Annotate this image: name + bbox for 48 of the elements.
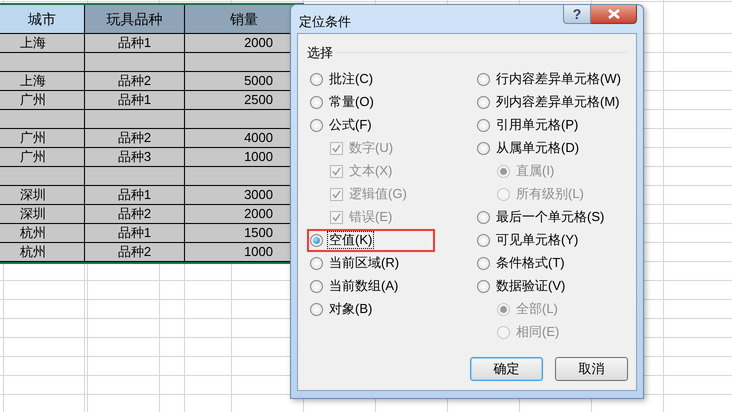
option-label: 公式(F): [328, 117, 373, 133]
dialog-button[interactable]: 取消: [555, 357, 628, 381]
column-header: 玩具品种: [85, 5, 185, 34]
radio-button[interactable]: [477, 234, 490, 246]
option-label: 错误(E): [348, 209, 394, 225]
column-header: 城市: [0, 5, 85, 34]
option-label: 文本(X): [348, 163, 394, 179]
radio-button[interactable]: [310, 302, 323, 316]
option-label: 逻辑值(G): [348, 186, 408, 202]
option-label: 数据验证(V): [495, 278, 566, 294]
radio-button[interactable]: [477, 210, 490, 224]
option-label: 行内容差异单元格(W): [495, 71, 622, 87]
option-label: 全部(L): [515, 301, 559, 317]
help-button[interactable]: ?: [563, 5, 591, 24]
option-label: 从属单元格(D): [495, 140, 580, 156]
option-label: 常量(O): [328, 94, 375, 110]
radio-button[interactable]: [477, 142, 490, 154]
close-icon: [608, 9, 620, 19]
option-label: 数字(U): [348, 140, 394, 156]
radio-button[interactable]: [477, 72, 490, 86]
radio-button[interactable]: [477, 280, 490, 292]
option-label: 引用单元格(P): [495, 117, 580, 133]
radio-button[interactable]: [310, 280, 323, 292]
option-label: 空值(K): [328, 232, 374, 248]
radio-button[interactable]: [310, 96, 323, 108]
table-cell: 杭州: [0, 243, 85, 262]
close-button[interactable]: [591, 5, 637, 24]
option-label: 列内容差异单元格(M): [495, 94, 620, 110]
option-label: 当前数组(A): [328, 278, 400, 294]
radio-button[interactable]: [310, 72, 323, 86]
radio-button[interactable]: [310, 234, 323, 246]
option-label: 对象(B): [328, 301, 374, 317]
option-label: 当前区域(R): [328, 255, 400, 271]
radio-button[interactable]: [477, 256, 490, 270]
option-label: 条件格式(T): [495, 255, 566, 271]
radio-button[interactable]: [310, 118, 323, 132]
dialog-button[interactable]: 确定: [470, 357, 543, 381]
option-label: 可见单元格(Y): [495, 232, 580, 248]
option-label: 批注(C): [328, 71, 374, 87]
radio-button[interactable]: [477, 96, 490, 108]
option-label: 所有级别(L): [515, 186, 585, 202]
option-label: 最后一个单元格(S): [495, 209, 606, 225]
option-label: 直属(I): [515, 163, 556, 179]
group-label: 选择: [307, 44, 333, 62]
radio-button[interactable]: [477, 118, 490, 132]
option-label: 相同(E): [515, 324, 560, 340]
radio-button[interactable]: [310, 256, 323, 270]
table-cell: 品种2: [85, 243, 185, 262]
